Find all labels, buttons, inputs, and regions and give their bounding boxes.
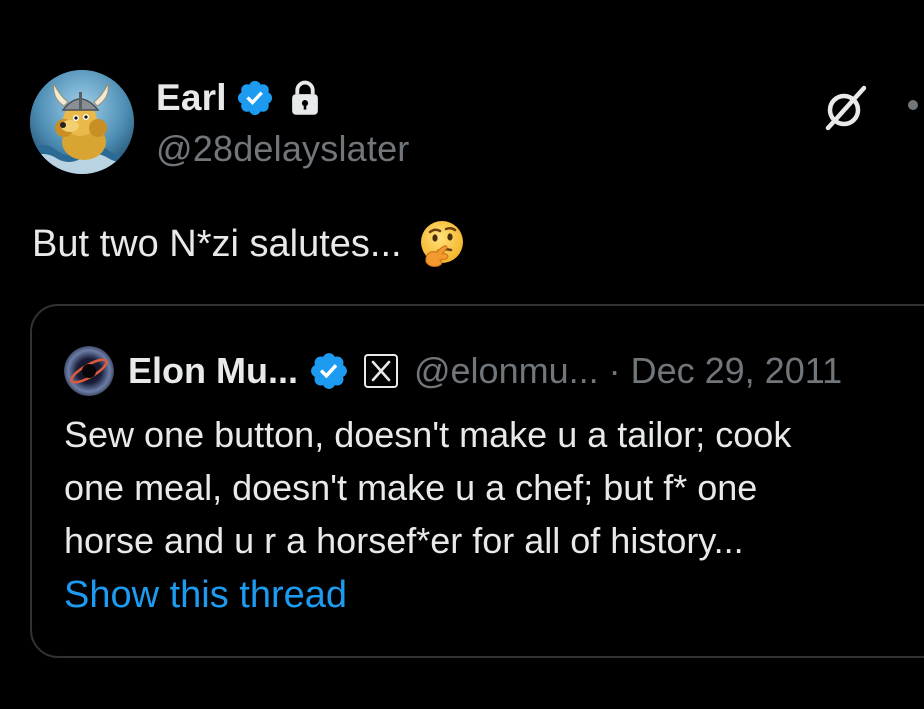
grok-icon[interactable] bbox=[820, 82, 872, 134]
quote-separator: · bbox=[608, 350, 621, 391]
author-avatar[interactable] bbox=[30, 70, 134, 174]
author-handle[interactable]: @28delayslater bbox=[156, 128, 409, 170]
viking-poodle-avatar-icon bbox=[30, 70, 134, 174]
quote-verified-badge-icon[interactable] bbox=[308, 350, 350, 392]
author-name-row: Earl bbox=[156, 74, 321, 122]
verified-badge-icon[interactable] bbox=[235, 78, 275, 118]
x-logo-icon bbox=[363, 354, 398, 388]
quote-author-avatar[interactable] bbox=[64, 346, 114, 396]
quoted-tweet-card[interactable]: Elon Mu... @elonmu... · Dec 29, 2011 Sew… bbox=[30, 304, 924, 658]
more-options-icon[interactable] bbox=[908, 100, 918, 110]
quote-text-line: one meal, doesn't make u a chef; but f* … bbox=[64, 467, 758, 508]
quote-header: Elon Mu... @elonmu... · Dec 29, 2011 bbox=[64, 346, 842, 396]
lock-icon bbox=[291, 80, 318, 115]
quote-text-line: horse and u r a horsef*er for all of his… bbox=[64, 520, 744, 561]
quote-text-line: Sew one button, doesn't make u a tailor;… bbox=[64, 414, 792, 455]
post-text: But two N*zi salutes... bbox=[32, 222, 402, 265]
tweet-post: Earl @28delayslater But two N*zi salutes… bbox=[0, 0, 924, 709]
thinking-face-emoji-icon bbox=[420, 221, 463, 267]
quote-author-name[interactable]: Elon Mu... bbox=[128, 350, 298, 392]
author-display-name[interactable]: Earl bbox=[156, 77, 227, 119]
quote-author-handle: @elonmu... bbox=[413, 350, 599, 391]
show-thread-link[interactable]: Show this thread bbox=[64, 574, 347, 617]
quote-text: Sew one button, doesn't make u a tailor;… bbox=[64, 408, 924, 567]
quote-date[interactable]: Dec 29, 2011 bbox=[631, 350, 842, 392]
post-text-row: But two N*zi salutes... bbox=[32, 218, 468, 270]
